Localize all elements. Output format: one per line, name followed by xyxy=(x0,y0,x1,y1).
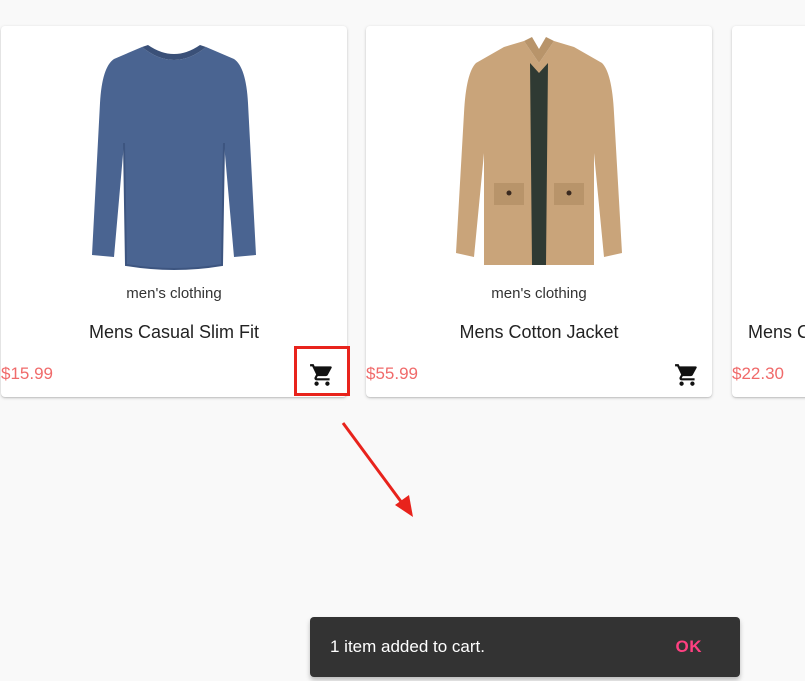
product-card[interactable]: men's clothing Mens Casual Slim Fit $15.… xyxy=(1,26,347,397)
khaki-cotton-jacket-image xyxy=(456,37,622,265)
product-title[interactable]: Mens Casual Slim Fit xyxy=(1,322,347,343)
blue-long-sleeve-shirt-image xyxy=(92,45,256,270)
product-card[interactable]: Mens C $22.30 xyxy=(732,26,805,397)
shopping-cart-icon xyxy=(675,364,697,386)
snackbar: 1 item added to cart. OK xyxy=(310,617,740,677)
product-list-page: men's clothing Mens Casual Slim Fit $15.… xyxy=(0,0,805,681)
snackbar-ok-button[interactable]: OK xyxy=(676,637,703,657)
annotation-arrow-icon xyxy=(341,422,413,517)
add-to-cart-button[interactable] xyxy=(672,360,702,390)
product-price: $22.30 xyxy=(732,364,784,383)
product-image-shirt[interactable] xyxy=(1,32,347,274)
shopping-cart-icon xyxy=(310,364,332,386)
product-category: men's clothing xyxy=(491,285,587,302)
product-title[interactable]: Mens C xyxy=(748,322,805,343)
product-category: men's clothing xyxy=(126,285,222,302)
add-to-cart-button[interactable] xyxy=(307,360,337,390)
snackbar-message: 1 item added to cart. xyxy=(330,637,485,656)
product-image-jacket[interactable] xyxy=(366,32,712,274)
product-title[interactable]: Mens Cotton Jacket xyxy=(366,322,712,343)
product-price: $55.99 xyxy=(366,364,418,383)
product-card[interactable]: men's clothing Mens Cotton Jacket $55.99 xyxy=(366,26,712,397)
product-price: $15.99 xyxy=(1,364,53,383)
